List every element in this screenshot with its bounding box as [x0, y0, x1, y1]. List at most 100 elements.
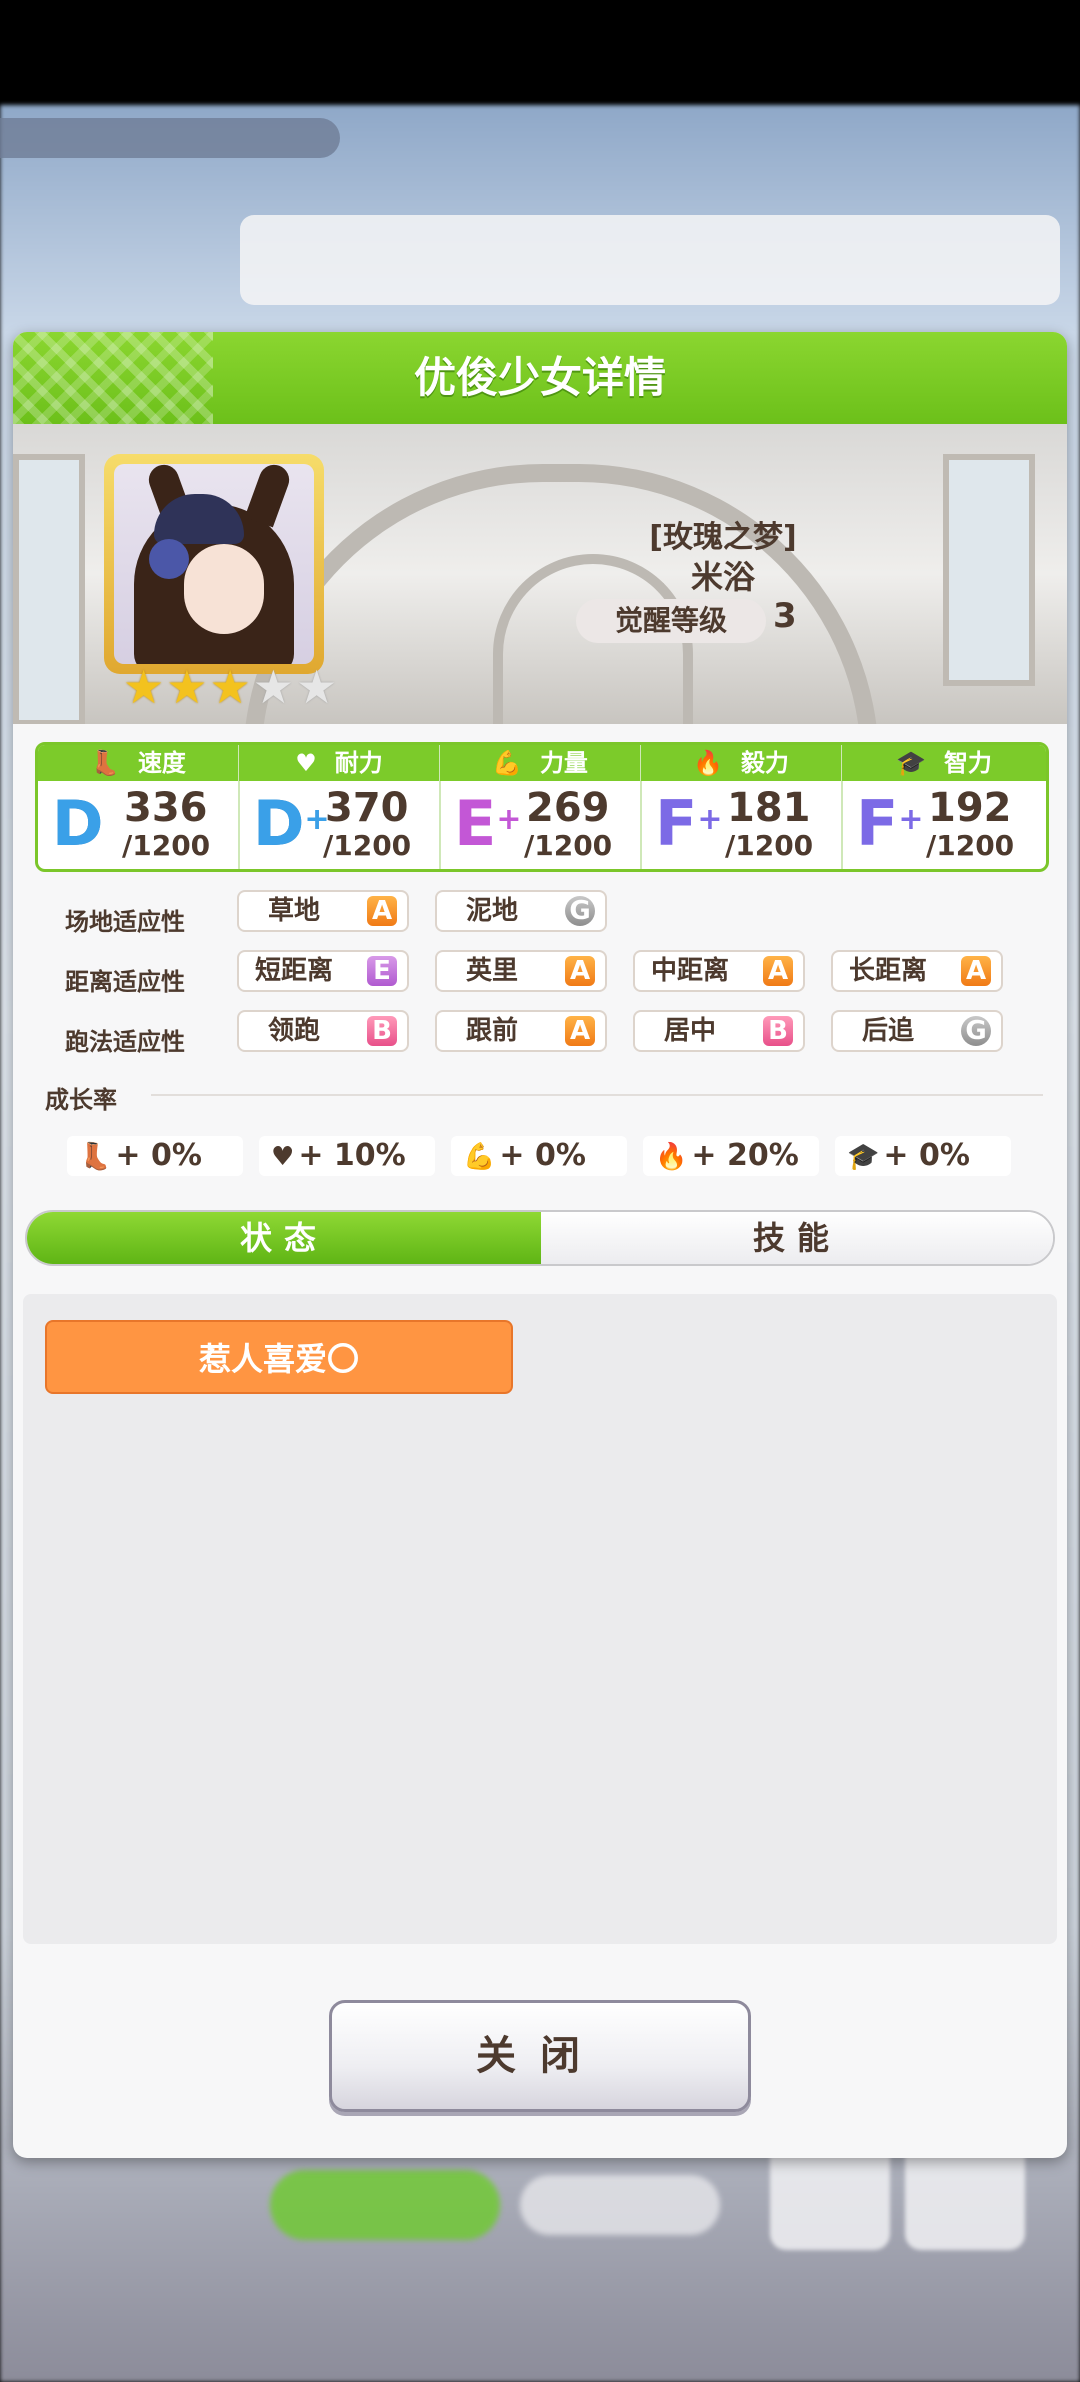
aptitude-name: 后追 — [861, 1016, 914, 1046]
aptitude-name: 中距离 — [650, 956, 729, 986]
growth-guts: 🔥 + 20% — [643, 1136, 819, 1176]
grade-letter: D — [52, 787, 104, 860]
aptitude-grade: B — [367, 1016, 397, 1046]
aptitude-medium: 中距离 A — [633, 950, 805, 992]
aptitude-name: 长距离 — [848, 956, 927, 986]
star-filled-icon: ★ — [166, 660, 208, 714]
stat-power: 💪 力量 E+ 269 /1200 — [440, 745, 642, 869]
growth-speed: 👢 + 0% — [67, 1136, 243, 1176]
aptitude-grade: G — [961, 1016, 991, 1046]
graduation-cap-icon: 🎓 — [847, 1142, 880, 1172]
stat-label: 耐力 — [334, 749, 383, 777]
stat-max: /1200 — [725, 829, 814, 862]
dialog-title: 优俊少女详情 — [413, 353, 666, 402]
character-portrait[interactable] — [104, 454, 324, 674]
portrait-ear — [244, 464, 294, 528]
distance-aptitude-label: 距离适应性 — [65, 968, 185, 996]
aptitude-grade: A — [367, 896, 397, 926]
growth-value: + 0% — [883, 1138, 970, 1173]
aptitude-turf: 草地 A — [237, 890, 409, 932]
status-condition-chip[interactable]: 惹人喜爱〇 — [45, 1320, 513, 1394]
aptitude-pace-chaser: 跟前 A — [435, 1010, 607, 1052]
star-empty-icon: ★ — [296, 660, 338, 714]
aptitude-grade: A — [763, 956, 793, 986]
stat-value: 370 — [325, 785, 409, 831]
star-filled-icon: ★ — [123, 660, 165, 714]
aptitude-mile: 英里 A — [435, 950, 607, 992]
grade-letter: E — [454, 787, 497, 860]
uma-detail-dialog: 优俊少女详情 ★ ★ ★ ★ ★ [玫瑰之梦] 米浴 觉醒等级 3 👢 速度 D… — [13, 332, 1067, 2158]
background-bar — [0, 118, 340, 158]
background-panel — [240, 215, 1060, 305]
stat-label: 力量 — [539, 749, 588, 777]
heart-icon: ♥ — [295, 749, 317, 777]
stat-value: 192 — [928, 785, 1012, 831]
stat-guts: 🔥 毅力 F+ 181 /1200 — [641, 745, 843, 869]
awaken-level-label: 觉醒等级 — [576, 599, 766, 643]
stat-max: /1200 — [926, 829, 1015, 862]
heart-icon: ♥ — [271, 1142, 295, 1172]
stat-grade: F+ — [856, 789, 924, 859]
detail-tabs: 状态 技能 — [25, 1210, 1055, 1266]
graduation-cap-icon: 🎓 — [896, 749, 926, 777]
aptitude-grade: A — [565, 1016, 595, 1046]
stat-grade: E+ — [454, 789, 522, 859]
window — [943, 454, 1035, 686]
flame-icon: 🔥 — [693, 749, 723, 777]
character-banner: ★ ★ ★ ★ ★ [玫瑰之梦] 米浴 觉醒等级 3 — [13, 424, 1067, 724]
stat-value: 181 — [727, 785, 811, 831]
stat-label: 毅力 — [740, 749, 789, 777]
grade-letter: F — [655, 787, 698, 860]
stat-header: 💪 力量 — [440, 745, 640, 781]
aptitude-grade: G — [565, 896, 595, 926]
star-empty-icon: ★ — [252, 660, 294, 714]
background-button — [270, 2170, 500, 2240]
aptitude-name: 英里 — [465, 956, 518, 986]
stat-speed: 👢 速度 D 336 /1200 — [38, 745, 240, 869]
aptitude-name: 跟前 — [465, 1016, 518, 1046]
character-epithet: [玫瑰之梦] — [649, 520, 797, 555]
divider — [151, 1094, 1043, 1096]
aptitude-name: 草地 — [267, 896, 320, 926]
stat-header: ♥ 耐力 — [239, 745, 439, 781]
tab-skills[interactable]: 技能 — [541, 1212, 1053, 1264]
stat-stamina: ♥ 耐力 D+ 370 /1200 — [239, 745, 441, 869]
growth-value: + 0% — [499, 1138, 586, 1173]
portrait-rose — [149, 539, 189, 579]
aptitude-name: 短距离 — [254, 956, 333, 986]
aptitude-name: 领跑 — [267, 1016, 320, 1046]
aptitude-late-surger: 居中 B — [633, 1010, 805, 1052]
muscle-icon: 💪 — [492, 749, 522, 777]
stat-header: 🎓 智力 — [842, 745, 1046, 781]
status-panel: 惹人喜爱〇 — [23, 1294, 1057, 1944]
character-avatar — [114, 464, 314, 664]
growth-title: 成长率 — [45, 1086, 117, 1114]
tab-status[interactable]: 状态 — [27, 1212, 541, 1264]
close-button[interactable]: 关闭 — [329, 2000, 751, 2112]
growth-stamina: ♥ + 10% — [259, 1136, 435, 1176]
growth-value: + 0% — [115, 1138, 202, 1173]
shoe-icon: 👢 — [90, 749, 120, 777]
aptitude-short: 短距离 E — [237, 950, 409, 992]
stat-grade: F+ — [655, 789, 723, 859]
aptitude-front-runner: 领跑 B — [237, 1010, 409, 1052]
stat-max: /1200 — [524, 829, 613, 862]
aptitude-grade: E — [367, 956, 397, 986]
background-button — [520, 2175, 720, 2235]
growth-power: 💪 + 0% — [451, 1136, 627, 1176]
track-aptitude-label: 场地适应性 — [65, 908, 185, 936]
grade-plus: + — [898, 802, 924, 837]
dialog-header: 优俊少女详情 — [13, 332, 1067, 424]
stat-label: 速度 — [137, 749, 186, 777]
star-filled-icon: ★ — [209, 660, 251, 714]
aptitude-name: 泥地 — [465, 896, 518, 926]
stat-wisdom: 🎓 智力 F+ 192 /1200 — [842, 745, 1046, 869]
aptitude-grade: A — [565, 956, 595, 986]
grade-letter: F — [856, 787, 899, 860]
growth-wisdom: 🎓 + 0% — [835, 1136, 1011, 1176]
grade-plus: + — [496, 802, 522, 837]
rarity-stars: ★ ★ ★ ★ ★ — [123, 664, 337, 710]
growth-value: + 20% — [691, 1138, 799, 1173]
stat-header: 👢 速度 — [38, 745, 238, 781]
stats-panel: 👢 速度 D 336 /1200 ♥ 耐力 D+ 370 /1200 💪 力量 E+ … — [35, 742, 1049, 872]
